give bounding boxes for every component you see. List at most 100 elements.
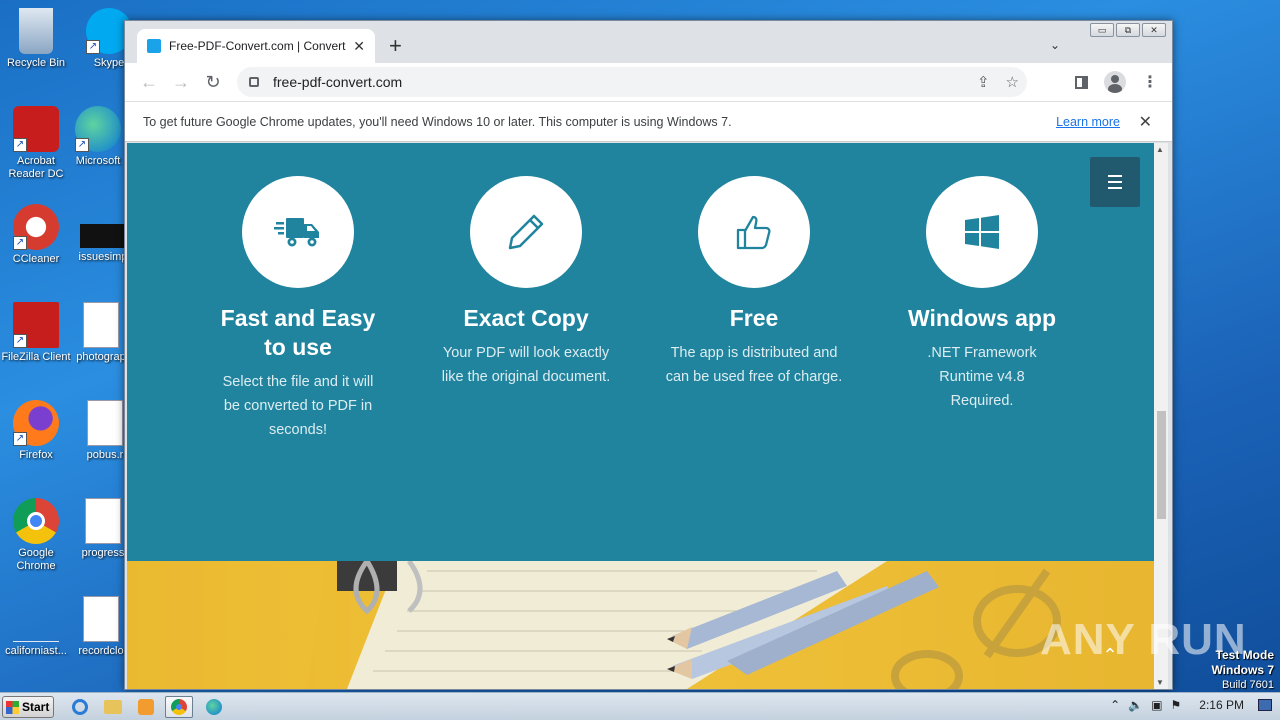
feature-circle <box>926 176 1038 288</box>
thumbs-up-icon <box>736 215 771 250</box>
page-scrollbar[interactable]: ▲ ▼ <box>1154 143 1168 689</box>
test-mode-line3: Build 7601 <box>1222 679 1274 691</box>
chrome-icon <box>13 498 59 544</box>
start-button[interactable]: Start <box>2 696 54 718</box>
desktop-icon-firefox[interactable]: ↗ Firefox <box>1 400 71 462</box>
taskbar: Start ⌃ 🔈 ▣ ⚑ 2:16 PM <box>0 692 1280 720</box>
windows-logo-icon <box>965 215 999 249</box>
back-arrow-icon[interactable]: ← <box>133 72 165 93</box>
feature-description: Your PDF will look exactly like the orig… <box>441 345 611 385</box>
desktop-icon-ccleaner[interactable]: ↗ CCleaner <box>1 204 71 266</box>
test-mode-line2: Windows 7 <box>1211 663 1274 677</box>
favicon-icon <box>147 39 161 53</box>
taskbar-media-player-icon[interactable] <box>132 696 160 718</box>
feature-description: The app is distributed and can be used f… <box>665 345 843 385</box>
browser-toolbar: ← → ↻ free-pdf-convert.com ⇪ ☆ ⋮ <box>125 63 1172 101</box>
url-text: free-pdf-convert.com <box>273 74 403 90</box>
scroll-down-arrow-icon[interactable]: ▼ <box>1156 678 1164 687</box>
hero-photo: ⌃ <box>127 561 1154 689</box>
desktop-icon-chrome[interactable]: Google Chrome <box>1 498 71 573</box>
blank-file-icon <box>13 596 59 642</box>
edge-icon: ↗ <box>75 106 121 152</box>
test-mode-label: Test Mode Windows 7 Build 7601 <box>1211 648 1274 692</box>
system-tray: ⌃ 🔈 ▣ ⚑ 2:16 PM <box>1110 698 1272 712</box>
feature-fast-easy: Fast and Easy to use Select the file and… <box>188 176 408 442</box>
lock-icon <box>249 77 259 87</box>
hamburger-line <box>1108 175 1122 177</box>
desktop-icon-filezilla[interactable]: ↗ FileZilla Client <box>1 302 71 364</box>
volume-icon[interactable]: 🔈 <box>1128 698 1143 712</box>
network-icon[interactable]: ▣ <box>1151 698 1162 712</box>
taskbar-explorer-icon[interactable] <box>99 696 127 718</box>
word-document-icon <box>85 498 121 544</box>
kebab-menu-icon[interactable]: ⋮ <box>1142 72 1158 92</box>
feature-circle <box>698 176 810 288</box>
word-document-icon <box>87 400 123 446</box>
chrome-icon <box>171 699 187 715</box>
close-window-button[interactable]: ✕ <box>1142 23 1166 37</box>
desktop-icon-acrobat[interactable]: ↗ Acrobat Reader DC <box>1 106 71 181</box>
file-icon <box>80 224 126 248</box>
scroll-up-arrow-icon[interactable]: ▲ <box>1156 145 1164 154</box>
profile-avatar-icon[interactable] <box>1104 71 1126 93</box>
pencil-icon <box>508 214 544 250</box>
browser-tab[interactable]: Free-PDF-Convert.com | Convert hu ✕ <box>137 29 375 63</box>
reload-icon[interactable]: ↻ <box>197 72 229 93</box>
word-document-icon <box>83 596 119 642</box>
filezilla-icon: ↗ <box>13 302 59 348</box>
feature-exact-copy: Exact Copy Your PDF will look exactly li… <box>416 176 636 389</box>
feature-title: Exact Copy <box>463 305 589 331</box>
tab-title: Free-PDF-Convert.com | Convert hu <box>169 39 348 53</box>
taskbar-ie-icon[interactable] <box>66 696 94 718</box>
feature-title: Free <box>729 305 779 331</box>
taskbar-chrome-icon[interactable] <box>165 696 193 718</box>
desktop-icon-recycle-bin[interactable]: Recycle Bin <box>1 8 71 70</box>
feature-circle <box>242 176 354 288</box>
maximize-button[interactable]: ⧉ <box>1116 23 1140 37</box>
desk-supplies-image <box>127 561 1061 689</box>
feature-free: Free The app is distributed and can be u… <box>644 176 864 389</box>
feature-description: .NET Framework Runtime v4.8 Required. <box>927 345 1037 409</box>
hamburger-menu-button[interactable] <box>1090 157 1140 207</box>
update-infobar: To get future Google Chrome updates, you… <box>125 101 1172 142</box>
new-tab-button[interactable]: + <box>389 35 402 57</box>
show-desktop-button[interactable] <box>1258 699 1272 711</box>
word-document-icon <box>83 302 119 348</box>
start-label: Start <box>22 700 50 714</box>
address-bar[interactable]: free-pdf-convert.com ⇪ ☆ <box>237 67 1027 97</box>
forward-arrow-icon[interactable]: → <box>165 72 197 93</box>
web-page: Fast and Easy to use Select the file and… <box>127 143 1154 689</box>
action-center-flag-icon[interactable]: ⚑ <box>1171 698 1182 712</box>
tab-close-icon[interactable]: ✕ <box>353 38 365 55</box>
scrollbar-thumb[interactable] <box>1157 411 1166 519</box>
acrobat-icon: ↗ <box>13 106 59 152</box>
taskbar-edge-icon[interactable] <box>200 696 228 718</box>
firefox-icon: ↗ <box>13 400 59 446</box>
recycle-bin-icon <box>19 8 53 54</box>
infobar-close-icon[interactable]: ✕ <box>1139 112 1152 132</box>
folder-icon <box>104 700 122 714</box>
desktop-icon-edge[interactable]: ↗ Microsoft <box>63 106 133 168</box>
hamburger-line <box>1108 181 1122 183</box>
truck-icon <box>274 218 319 247</box>
share-icon[interactable]: ⇪ <box>977 73 990 91</box>
test-mode-line1: Test Mode <box>1215 648 1274 662</box>
learn-more-link[interactable]: Learn more <box>1056 115 1120 129</box>
bookmark-star-icon[interactable]: ☆ <box>1006 73 1019 91</box>
side-panel-icon[interactable] <box>1075 75 1088 89</box>
window-controls: ▭ ⧉ ✕ <box>1090 23 1166 37</box>
windows-flag-icon <box>6 700 19 714</box>
feature-windows-app: Windows app .NET Framework Runtime v4.8 … <box>872 176 1092 413</box>
minimize-button[interactable]: ▭ <box>1090 23 1114 37</box>
tray-expand-icon[interactable]: ⌃ <box>1110 698 1120 712</box>
media-player-icon <box>138 699 154 715</box>
feature-description: Select the file and it will be converted… <box>222 374 374 438</box>
internet-explorer-icon <box>72 699 88 715</box>
clock[interactable]: 2:16 PM <box>1199 698 1244 712</box>
desktop-icon-californiast[interactable]: californiast... <box>1 596 71 658</box>
hamburger-line <box>1108 187 1122 189</box>
feature-circle <box>470 176 582 288</box>
tab-search-icon[interactable]: ⌄ <box>1050 38 1060 52</box>
edge-icon <box>206 699 222 715</box>
browser-window: ▭ ⧉ ✕ Free-PDF-Convert.com | Convert hu … <box>124 20 1173 690</box>
